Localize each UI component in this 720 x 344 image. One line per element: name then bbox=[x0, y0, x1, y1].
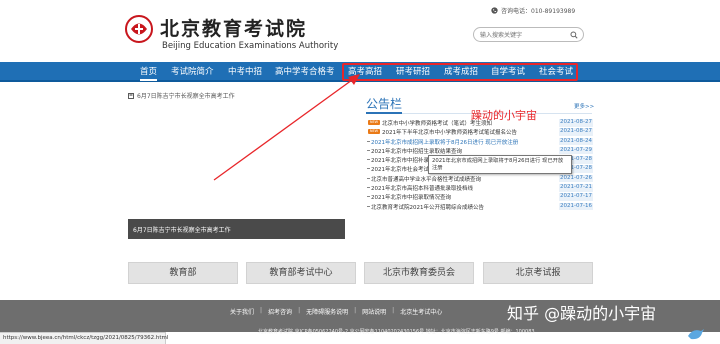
notice-item-date: 2021-07-17 bbox=[559, 193, 593, 201]
site-header: 北京教育考试院 Beijing Education Examinations A… bbox=[0, 0, 720, 62]
bullet bbox=[367, 168, 370, 170]
notice-item[interactable]: 2021年北京市中招招生录取结果查询 2021-07-29 bbox=[366, 146, 594, 155]
notice-item-date: 2021-08-27 bbox=[559, 128, 593, 136]
quick-link-moe[interactable]: 教育部 bbox=[128, 262, 238, 284]
bullet bbox=[367, 196, 370, 198]
bullet bbox=[367, 149, 370, 151]
search-input[interactable] bbox=[480, 30, 566, 40]
notice-item-date: 2021-07-21 bbox=[559, 184, 593, 192]
separator: | bbox=[354, 307, 357, 314]
separator: | bbox=[260, 307, 263, 314]
notice-more-link[interactable]: 更多>> bbox=[574, 102, 594, 110]
search-box[interactable] bbox=[473, 27, 584, 42]
separator: | bbox=[298, 307, 301, 314]
notice-item-date: 2021-07-26 bbox=[559, 174, 593, 183]
notice-item-title[interactable]: 2021年北京市中招招生录取结果查询 bbox=[371, 147, 462, 155]
new-badge: NEW bbox=[368, 129, 380, 135]
notice-title-accent bbox=[366, 112, 402, 114]
notice-item[interactable]: 2021年北京市中招录取情况查询 2021-07-17 bbox=[366, 192, 594, 201]
quick-link-exam-paper[interactable]: 北京考试报 bbox=[483, 262, 593, 284]
notice-item[interactable]: NEW 北京市中小学教师资格考试（笔试）考生须知 2021-08-27 bbox=[366, 118, 594, 127]
bullet bbox=[367, 205, 370, 207]
nav-home[interactable]: 首页 bbox=[140, 62, 158, 82]
notice-item-date: 2021-08-24 bbox=[559, 137, 593, 146]
notice-item-date: 2021-07-16 bbox=[559, 202, 593, 211]
footer-link-site-info[interactable]: 网站说明 bbox=[362, 307, 386, 316]
hotline-text: 咨询电话：010-89193989 bbox=[501, 8, 576, 15]
quick-links: 教育部 教育部考试中心 北京市教育委员会 北京考试报 bbox=[128, 262, 594, 284]
notice-item[interactable]: 2021年北京市成招网上录取将于8月26日进行 现已开放注册 2021-08-2… bbox=[366, 137, 594, 146]
new-badge: NEW bbox=[368, 120, 380, 125]
footer-link-exam-center[interactable]: 北京生考试中心 bbox=[400, 307, 442, 316]
hotline: 咨询电话：010-89193989 bbox=[491, 6, 575, 15]
notice-item[interactable]: NEW 2021年下半年北京市中小学教师资格考试笔试报名公告 2021-08-2… bbox=[366, 127, 594, 136]
notice-item-title[interactable]: 北京市中小学教师资格考试（笔试）考生须知 bbox=[382, 119, 492, 127]
notice-item-title[interactable]: 北京教育考试院2021年公开招聘综合成绩公告 bbox=[371, 203, 484, 211]
quick-link-neea[interactable]: 教育部考试中心 bbox=[246, 262, 356, 284]
notice-item[interactable]: 2021年北京市高招本科普通批录取投档线 2021-07-21 bbox=[366, 183, 594, 192]
slide-caption[interactable]: 6月7日陈吉宁市长视察全市高考工作 bbox=[128, 219, 345, 239]
logo-emblem-icon bbox=[125, 15, 153, 43]
bullet bbox=[367, 140, 370, 142]
footer-links: 关于我们 | 招考咨询 | 无障碍服务说明 | 网站说明 | 北京生考试中心 bbox=[230, 307, 442, 316]
nav-xuekao[interactable]: 高中学考合格考 bbox=[275, 62, 335, 82]
quick-link-bjedu[interactable]: 北京市教育委员会 bbox=[364, 262, 474, 284]
left-news-line[interactable]: 6月7日陈吉宁市长视察全市高考工作 bbox=[128, 91, 235, 100]
search-icon[interactable] bbox=[570, 31, 578, 39]
zhihu-watermark: 知乎 @躁动的小宇宙 bbox=[507, 304, 657, 323]
notice-item-title[interactable]: 2021年北京市高招本科普通批录取投档线 bbox=[371, 184, 473, 192]
status-url: https://www.bjeea.cn/html/ckcz/tzgg/2021… bbox=[3, 335, 169, 341]
document-icon bbox=[128, 92, 134, 99]
link-tooltip: 2021年北京市成招网上录取将于8月26日进行 现已开放注册 bbox=[428, 155, 572, 174]
left-news-text: 6月7日陈吉宁市长视察全市高考工作 bbox=[137, 93, 235, 100]
bullet bbox=[367, 177, 370, 179]
footer-link-accessibility[interactable]: 无障碍服务说明 bbox=[306, 307, 348, 316]
nav-highlight-box bbox=[342, 63, 578, 81]
notice-item-date: 2021-08-27 bbox=[559, 119, 593, 127]
bullet bbox=[367, 159, 370, 161]
notice-item-title[interactable]: 2021年北京市成招网上录取将于8月26日进行 现已开放注册 bbox=[371, 138, 518, 146]
footer-info: 北京教育考试院 京ICP备05062240号-2 京公网安备1104020243… bbox=[258, 329, 535, 335]
notice-item-date: 2021-07-29 bbox=[559, 146, 593, 155]
nav-zhongkao[interactable]: 中考中招 bbox=[228, 62, 262, 82]
slide-caption-text: 6月7日陈吉宁市长视察全市高考工作 bbox=[133, 227, 231, 234]
footer-link-consult[interactable]: 招考咨询 bbox=[268, 307, 292, 316]
notice-item-title[interactable]: 2021年北京市中招录取情况查询 bbox=[371, 193, 451, 201]
notice-item[interactable]: 北京教育考试院2021年公开招聘综合成绩公告 2021-07-16 bbox=[366, 202, 594, 211]
nav-about[interactable]: 考试院简介 bbox=[171, 62, 214, 82]
phone-icon bbox=[491, 7, 498, 14]
notice-item-title[interactable]: 2021年下半年北京市中小学教师资格考试笔试报名公告 bbox=[382, 128, 517, 136]
logo-english-name: Beijing Education Examinations Authority bbox=[162, 41, 339, 51]
notice-item-title[interactable]: 北京市普通高中学业水平合格性考试成绩查询 bbox=[371, 175, 481, 183]
browser-status-bar: https://www.bjeea.cn/html/ckcz/tzgg/2021… bbox=[0, 332, 169, 344]
separator: | bbox=[392, 307, 395, 314]
logo-chinese-name: 北京教育考试院 bbox=[160, 18, 308, 40]
notice-item[interactable]: 北京市普通高中学业水平合格性考试成绩查询 2021-07-26 bbox=[366, 174, 594, 183]
bullet bbox=[367, 187, 370, 189]
bird-icon bbox=[688, 329, 704, 340]
notice-board-title: 公告栏 bbox=[366, 97, 403, 111]
footer-link-about[interactable]: 关于我们 bbox=[230, 307, 254, 316]
site-logo[interactable]: 北京教育考试院 Beijing Education Examinations A… bbox=[124, 12, 344, 54]
